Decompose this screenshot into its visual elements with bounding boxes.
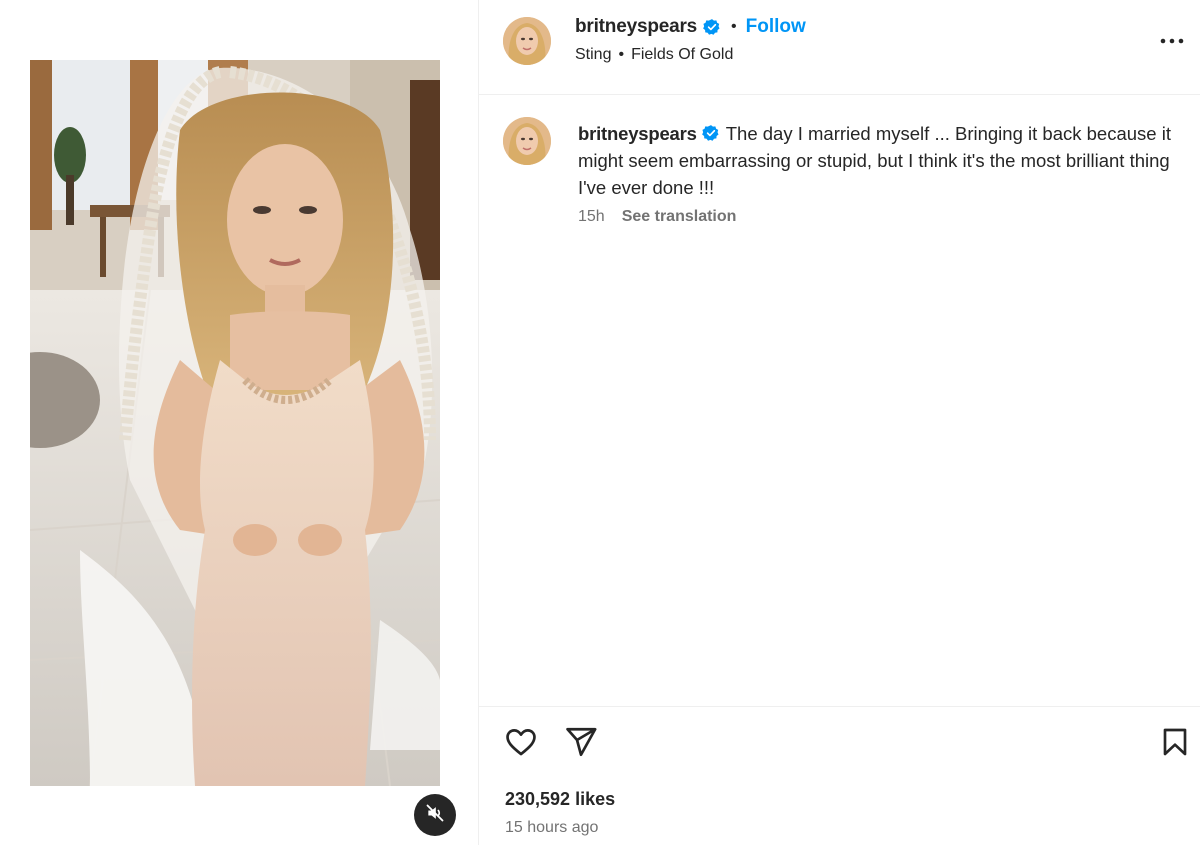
avatar[interactable] — [503, 117, 551, 165]
share-button[interactable] — [559, 722, 603, 766]
caption-username-link[interactable]: britneyspears — [578, 123, 697, 144]
caption-meta: 15h See translation — [578, 208, 736, 226]
post-timestamp[interactable]: 15 hours ago — [505, 819, 598, 837]
separator-dot: • — [731, 18, 737, 35]
mute-toggle-button[interactable] — [414, 794, 456, 836]
relative-timestamp[interactable]: 15h — [578, 208, 605, 226]
like-button[interactable] — [499, 722, 543, 766]
more-options-button[interactable] — [1158, 28, 1186, 52]
post-header: britneyspears • Follow Sting • Fields Of… — [479, 0, 1200, 95]
more-horizontal-icon — [1160, 31, 1184, 49]
bookmark-icon — [1159, 726, 1191, 763]
send-icon — [564, 725, 598, 764]
follow-button[interactable]: Follow — [746, 16, 806, 38]
actions-divider — [479, 706, 1200, 707]
save-button[interactable] — [1153, 722, 1197, 766]
video-frame-illustration — [30, 60, 440, 786]
heart-icon — [504, 725, 538, 764]
see-translation-button[interactable]: See translation — [622, 208, 737, 226]
speaker-muted-icon — [425, 803, 445, 828]
audio-track[interactable]: Fields Of Gold — [631, 46, 733, 64]
header-user-line: britneyspears • Follow — [575, 16, 806, 38]
header-username-link[interactable]: britneyspears — [575, 16, 697, 38]
caption-text-block: britneyspears The day I married myself .… — [578, 120, 1178, 201]
audio-artist[interactable]: Sting — [575, 46, 611, 64]
likes-count[interactable]: 230,592 likes — [505, 789, 615, 810]
separator-dot: • — [618, 46, 625, 63]
post-info-pane: britneyspears • Follow Sting • Fields Of… — [479, 0, 1200, 845]
verified-badge-icon — [703, 18, 721, 36]
avatar[interactable] — [503, 17, 551, 65]
audio-attribution[interactable]: Sting • Fields Of Gold — [575, 46, 733, 64]
post-video[interactable] — [30, 60, 440, 786]
verified-badge-icon — [701, 124, 720, 142]
action-bar — [479, 722, 1200, 766]
media-pane — [0, 0, 478, 845]
